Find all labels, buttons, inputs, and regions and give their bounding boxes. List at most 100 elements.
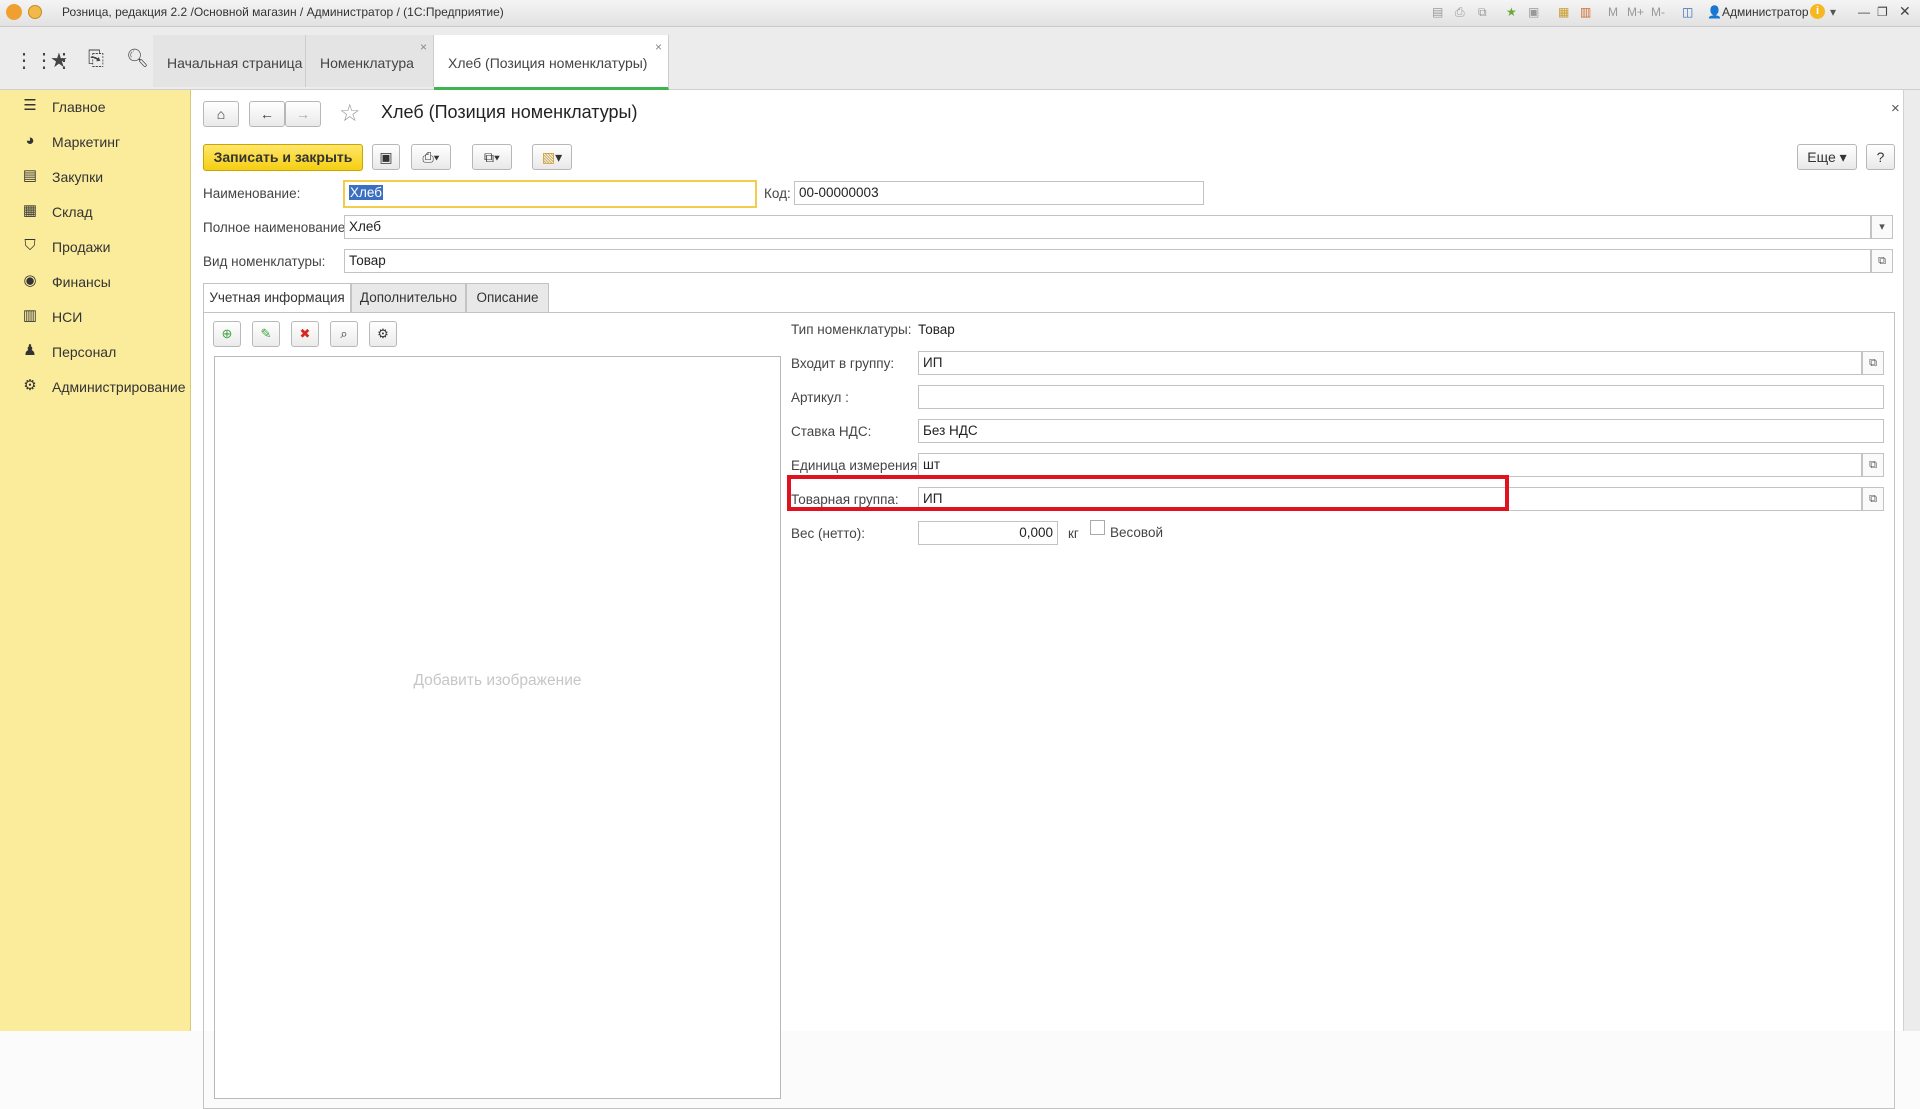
- tab-close-icon[interactable]: ×: [655, 40, 662, 54]
- right-edge-panel: [1903, 90, 1920, 1031]
- create-based-button[interactable]: ⧉▾: [472, 144, 512, 170]
- unit-open-icon[interactable]: ⧉: [1862, 453, 1884, 477]
- tab-bar: ⋮⋮⋮ ★ ⎘ 🔍︎ Начальная страница Номенклату…: [0, 27, 1920, 90]
- settings-icon: ⚙: [377, 326, 389, 341]
- history-icon[interactable]: ⎘: [88, 48, 104, 71]
- sidebar-item-main[interactable]: ☰ Главное: [0, 90, 190, 125]
- app-menu-icon[interactable]: [28, 5, 42, 19]
- weighted-checkbox[interactable]: [1090, 520, 1105, 535]
- info-icon[interactable]: i: [1810, 4, 1825, 19]
- minimize-icon[interactable]: —: [1858, 5, 1870, 19]
- app-logo-icon: [6, 4, 22, 20]
- code-label: Код:: [764, 186, 791, 201]
- sidebar-item-label: Склад: [52, 204, 93, 220]
- person-icon: ♟: [23, 342, 37, 359]
- sidebar-item-personnel[interactable]: ♟ Персонал: [0, 335, 190, 370]
- sidebar-item-nsi[interactable]: ▥ НСИ: [0, 300, 190, 335]
- sidebar-item-marketing[interactable]: ◕ Маркетинг: [0, 125, 190, 160]
- back-button[interactable]: ←: [249, 101, 285, 127]
- image-settings-button[interactable]: ⚙: [369, 321, 397, 347]
- print-button[interactable]: ⎙▾: [411, 144, 451, 170]
- sidebar-item-label: Продажи: [52, 239, 111, 255]
- add-icon: ⊕: [221, 326, 233, 341]
- favorites-icon[interactable]: ★: [50, 48, 68, 73]
- current-user[interactable]: Администратор: [1722, 5, 1809, 19]
- tab-label: Хлеб (Позиция номенклатуры): [448, 55, 648, 71]
- edit-image-button[interactable]: ✎: [252, 321, 280, 347]
- panels-icon[interactable]: ◫: [1682, 5, 1693, 19]
- star-icon[interactable]: ☆: [339, 99, 361, 128]
- sidebar-item-label: Администрирование: [52, 379, 186, 395]
- sidebar-item-purchases[interactable]: ▤ Закупки: [0, 160, 190, 195]
- view-image-button[interactable]: ⌕: [330, 321, 358, 347]
- info-dropdown-icon[interactable]: ▾: [1830, 5, 1836, 19]
- help-button[interactable]: ?: [1866, 144, 1895, 170]
- kind-field[interactable]: Товар: [344, 249, 1871, 273]
- sidebar-item-finance[interactable]: ◉ Финансы: [0, 265, 190, 300]
- home-button[interactable]: ⌂: [203, 101, 239, 127]
- reports-button[interactable]: ▧▾: [532, 144, 572, 170]
- sidebar-item-administration[interactable]: ⚙ Администрирование: [0, 370, 190, 405]
- arrow-right-icon: →: [296, 106, 310, 122]
- article-field[interactable]: [918, 385, 1884, 409]
- memory-minus-button[interactable]: M-: [1651, 5, 1665, 19]
- favorite-add-icon[interactable]: ★: [1506, 5, 1517, 19]
- close-window-icon[interactable]: ✕: [1899, 3, 1911, 20]
- print-icon[interactable]: ⎙: [1455, 5, 1465, 20]
- preview-icon[interactable]: ⧉: [1478, 5, 1487, 20]
- fullname-label: Полное наименование:: [203, 220, 350, 235]
- save-close-button[interactable]: Записать и закрыть: [203, 144, 363, 171]
- memory-plus-button[interactable]: M+: [1627, 5, 1644, 19]
- sidebar-item-label: НСИ: [52, 309, 83, 325]
- image-area[interactable]: Добавить изображение: [214, 356, 781, 1099]
- memory-m-button[interactable]: M: [1608, 5, 1618, 19]
- tab-nomenclature[interactable]: Номенклатура ×: [306, 35, 434, 87]
- type-value: Товар: [918, 322, 955, 337]
- report-icon: ▧: [541, 149, 556, 165]
- unit-field[interactable]: шт: [918, 453, 1862, 477]
- tab-accounting-info[interactable]: Учетная информация: [203, 283, 351, 313]
- tab-close-icon[interactable]: ×: [420, 40, 427, 54]
- weight-field[interactable]: 0,000: [918, 521, 1058, 545]
- restore-icon[interactable]: ❐: [1877, 5, 1888, 19]
- highlight-box: [787, 475, 1509, 511]
- search-icon[interactable]: 🔍︎: [126, 48, 149, 69]
- type-label: Тип номенклатуры:: [791, 322, 912, 337]
- code-field[interactable]: 00-00000003: [794, 181, 1204, 205]
- form-title: Хлеб (Позиция номенклатуры): [381, 102, 638, 122]
- sidebar-item-sales[interactable]: ⛉ Продажи: [0, 230, 190, 265]
- calendar-icon[interactable]: ▥: [1580, 5, 1591, 19]
- kind-open-icon[interactable]: ⧉: [1871, 249, 1893, 273]
- tab-home[interactable]: Начальная страница: [153, 35, 306, 87]
- name-label: Наименование:: [203, 186, 301, 201]
- tab-description[interactable]: Описание: [466, 283, 549, 313]
- forward-button[interactable]: →: [285, 101, 321, 127]
- fullname-dropdown-icon[interactable]: ▾: [1871, 215, 1893, 239]
- product-group-open-icon[interactable]: ⧉: [1862, 487, 1884, 511]
- more-button[interactable]: Еще ▾: [1797, 144, 1857, 170]
- list-icon: ▤: [22, 167, 38, 184]
- add-image-button[interactable]: ⊕: [213, 321, 241, 347]
- unit-label: Единица измерения:: [791, 458, 922, 473]
- fullname-field[interactable]: Хлеб: [344, 215, 1871, 239]
- save-button[interactable]: ▣: [372, 144, 400, 170]
- name-field[interactable]: Хлеб: [343, 180, 757, 208]
- close-form-icon[interactable]: ×: [1891, 100, 1900, 117]
- weight-label: Вес (нетто):: [791, 526, 865, 541]
- group-open-icon[interactable]: ⧉: [1862, 351, 1884, 375]
- doc-icon[interactable]: ▤: [1432, 5, 1443, 19]
- history-icon[interactable]: ▣: [1528, 5, 1539, 19]
- calculator-icon[interactable]: ▦: [1558, 5, 1569, 19]
- delete-image-button[interactable]: ✖: [291, 321, 319, 347]
- sidebar-item-label: Закупки: [52, 169, 104, 185]
- vat-field[interactable]: Без НДС: [918, 419, 1884, 443]
- tab-bread-item[interactable]: Хлеб (Позиция номенклатуры) ×: [434, 35, 669, 90]
- group-field[interactable]: ИП: [918, 351, 1862, 375]
- coin-icon: ◉: [23, 272, 37, 289]
- basket-icon: ⛉: [24, 237, 36, 254]
- tab-label: Номенклатура: [320, 55, 414, 71]
- tab-additional[interactable]: Дополнительно: [351, 283, 466, 313]
- sidebar-item-warehouse[interactable]: ▦ Склад: [0, 195, 190, 230]
- menu-lines-icon: ☰: [23, 97, 37, 114]
- weighted-label: Весовой: [1110, 525, 1163, 540]
